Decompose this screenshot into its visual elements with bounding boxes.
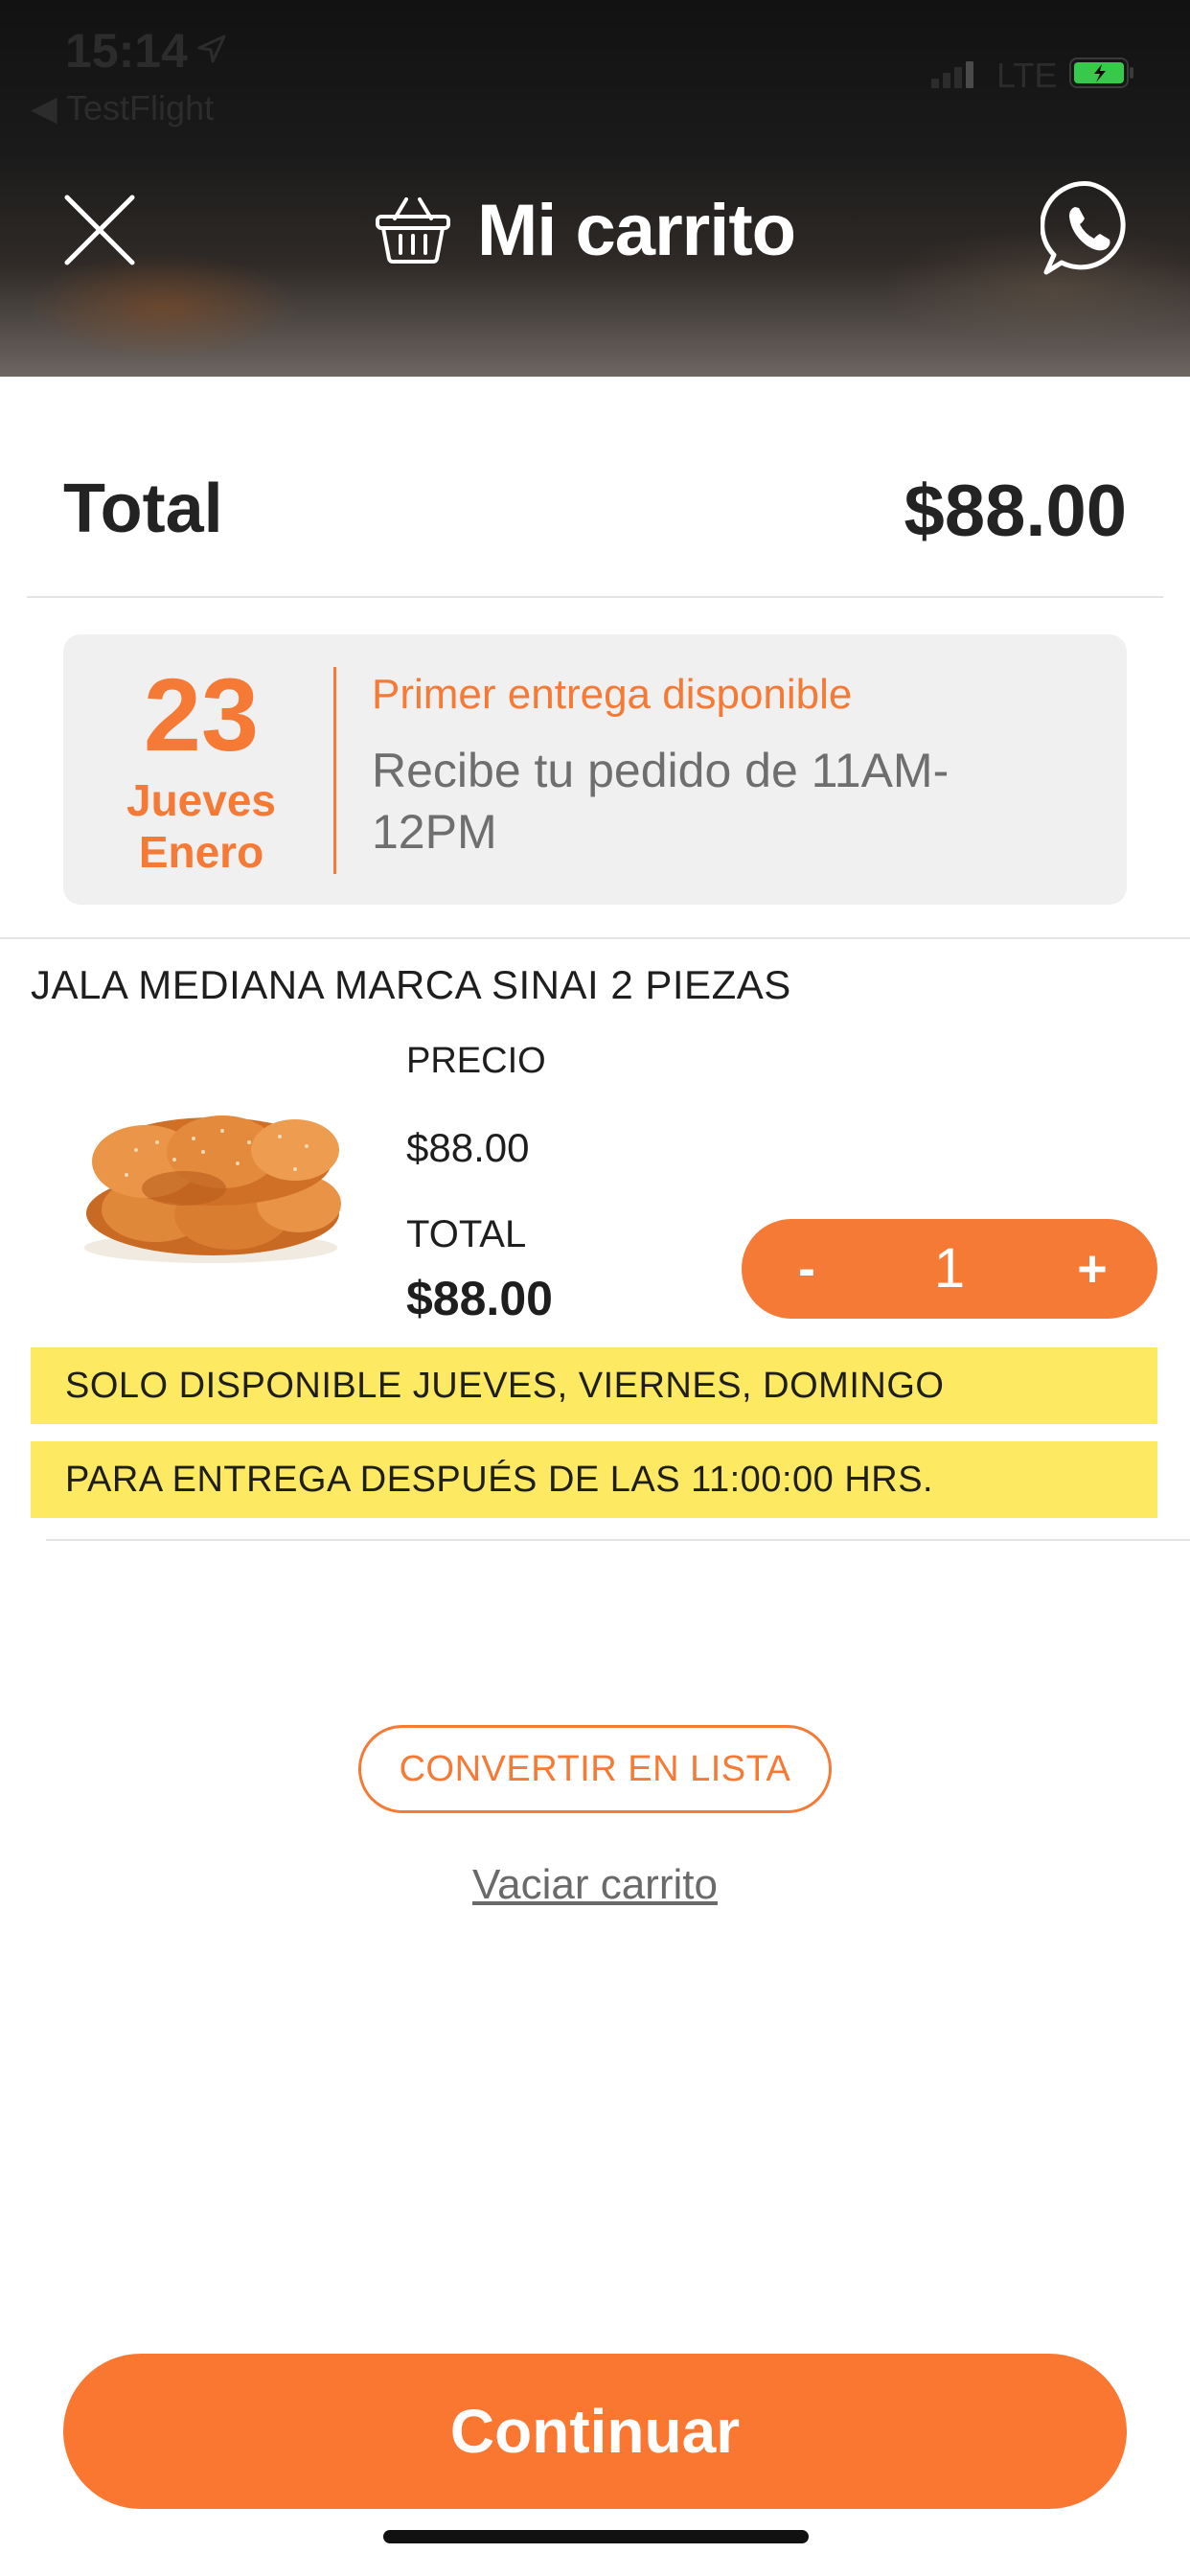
product-image [84,1116,341,1263]
header-bar: 15:14 ◀ TestFlight LTE Mi carrito [0,0,1190,377]
signal-icon [931,61,973,88]
increase-quantity-button[interactable]: + [1054,1219,1131,1319]
location-arrow-icon [197,34,226,63]
product-name: JALA MEDIANA MARCA SINAI 2 PIEZAS [31,962,791,1007]
cart-total-row: Total $88.00 [63,470,1127,556]
convert-to-list-button[interactable]: CONVERTIR EN LISTA [358,1725,832,1813]
continue-button[interactable]: Continuar [63,2354,1127,2509]
basket-icon [376,197,450,264]
price-value: $88.00 [406,1125,530,1170]
total-label: Total [63,471,223,547]
divider [46,1539,1190,1541]
quantity-stepper: - 1 + [742,1219,1157,1319]
price-label: PRECIO [406,1041,546,1081]
delivery-day: 23 [143,656,260,772]
availability-notice: SOLO DISPONIBLE JUEVES, VIERNES, DOMINGO [31,1347,1157,1424]
delivery-heading: Primer entrega disponible [372,671,853,718]
header-title-group: Mi carrito [374,182,796,278]
empty-cart-link[interactable]: Vaciar carrito [0,1861,1190,1909]
divider [27,596,1163,598]
delivery-card[interactable]: 23 Jueves Enero Primer entrega disponibl… [63,634,1127,905]
home-indicator [383,2530,809,2543]
back-to-app-link[interactable]: ◀ TestFlight [31,88,214,128]
quantity-value: 1 [933,1237,966,1300]
delivery-weekday: Jueves [126,775,276,825]
status-time: 15:14 [65,24,188,78]
decrease-quantity-button[interactable]: - [768,1219,845,1319]
network-type: LTE [996,56,1058,95]
delivery-window-text: Recibe tu pedido de 11AM-12PM [372,744,950,859]
page-title: Mi carrito [477,189,796,271]
battery-icon [1069,58,1133,88]
delivery-month: Enero [138,827,264,877]
close-icon[interactable] [59,190,140,270]
divider [0,937,1190,939]
whatsapp-icon[interactable] [1041,178,1140,278]
total-value: $88.00 [904,471,1127,552]
date-separator [333,667,336,874]
item-total-value: $88.00 [406,1272,553,1325]
item-total-label: TOTAL [406,1213,527,1255]
delivery-time-notice: PARA ENTREGA DESPUÉS DE LAS 11:00:00 HRS… [31,1441,1157,1518]
